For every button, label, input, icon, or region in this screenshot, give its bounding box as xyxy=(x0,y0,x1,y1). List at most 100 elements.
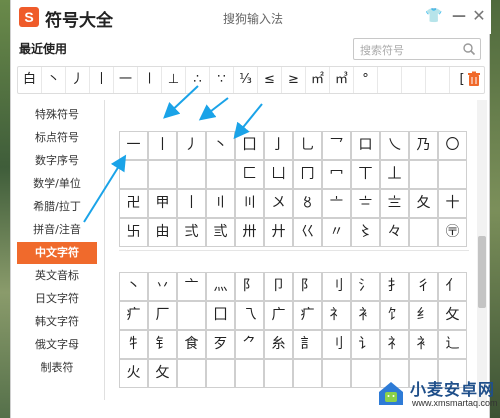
char-cell[interactable]: 厂 xyxy=(148,301,177,330)
char-cell[interactable]: 訁 xyxy=(293,330,322,359)
char-cell[interactable]: 疒 xyxy=(119,301,148,330)
char-cell[interactable] xyxy=(438,160,467,189)
recent-symbol-cell[interactable]: ⅓ xyxy=(234,67,258,93)
char-cell[interactable]: 攵 xyxy=(438,301,467,330)
char-cell[interactable]: 钅 xyxy=(148,330,177,359)
char-cell[interactable]: 氵 xyxy=(351,272,380,301)
scrollbar-thumb[interactable] xyxy=(478,236,486,308)
char-cell[interactable]: 饣 xyxy=(380,301,409,330)
char-cell[interactable] xyxy=(148,160,177,189)
char-cell[interactable] xyxy=(235,359,264,388)
char-cell[interactable]: 丨 xyxy=(177,189,206,218)
char-cell[interactable] xyxy=(409,160,438,189)
recent-symbol-cell[interactable]: ≤ xyxy=(258,67,282,93)
trash-icon[interactable] xyxy=(467,71,481,87)
sidebar-category-item[interactable]: 韩文字符 xyxy=(17,311,97,333)
sidebar-category-item[interactable]: 中文字符 xyxy=(17,242,97,264)
char-cell[interactable]: 甲 xyxy=(148,189,177,218)
recent-symbol-cell[interactable]: ° xyxy=(354,67,378,93)
skin-shirt-icon[interactable]: 👕 xyxy=(425,8,442,24)
char-cell[interactable]: 歹 xyxy=(206,330,235,359)
recent-symbol-cell[interactable]: 丶 xyxy=(42,67,66,93)
char-cell[interactable]: 卍 xyxy=(119,189,148,218)
char-cell[interactable]: 讠 xyxy=(351,330,380,359)
char-cell[interactable]: 凵 xyxy=(264,160,293,189)
recent-symbol-cell[interactable]: 丨 xyxy=(90,67,114,93)
char-cell[interactable]: 〧 xyxy=(351,189,380,218)
char-cell[interactable]: 〇 xyxy=(438,131,467,160)
char-cell[interactable]: 刂 xyxy=(322,330,351,359)
char-cell[interactable]: 匚 xyxy=(235,160,264,189)
char-cell[interactable]: 彳 xyxy=(409,272,438,301)
char-cell[interactable]: 十 xyxy=(438,189,467,218)
sidebar-category-item[interactable]: 希腊/拉丁 xyxy=(17,196,97,218)
char-cell[interactable]: 攵 xyxy=(148,359,177,388)
sidebar-category-item[interactable]: 数学/单位 xyxy=(17,173,97,195)
recent-symbol-cell[interactable]: 一 xyxy=(114,67,138,93)
sidebar-category-item[interactable]: 制表符 xyxy=(17,357,97,379)
char-cell[interactable]: 丶 xyxy=(119,272,148,301)
char-cell[interactable]: 〃 xyxy=(322,218,351,247)
char-cell[interactable]: 阝 xyxy=(293,272,322,301)
char-cell[interactable]: 由 xyxy=(148,218,177,247)
char-cell[interactable]: 纟 xyxy=(409,301,438,330)
char-cell[interactable]: 丷 xyxy=(148,272,177,301)
recent-symbol-cell[interactable]: ㇑ xyxy=(138,67,162,93)
char-cell[interactable] xyxy=(206,359,235,388)
recent-symbol-cell[interactable] xyxy=(426,67,450,93)
char-cell[interactable]: 乚 xyxy=(293,131,322,160)
char-cell[interactable]: 衤 xyxy=(409,330,438,359)
recent-symbol-cell[interactable]: ∴ xyxy=(186,67,210,93)
char-cell[interactable]: 礻 xyxy=(380,330,409,359)
char-cell[interactable]: 亠 xyxy=(177,272,206,301)
char-cell[interactable]: 乛 xyxy=(322,131,351,160)
search-box[interactable] xyxy=(353,38,481,61)
char-cell[interactable] xyxy=(177,359,206,388)
recent-symbol-cell[interactable]: ∵ xyxy=(210,67,234,93)
char-cell[interactable]: 巜 xyxy=(293,218,322,247)
char-cell[interactable]: 卅 xyxy=(235,218,264,247)
char-cell[interactable]: 丅 xyxy=(351,160,380,189)
char-cell[interactable]: 丿 xyxy=(177,131,206,160)
char-cell[interactable]: 广 xyxy=(264,301,293,330)
char-cell[interactable] xyxy=(119,160,148,189)
recent-symbol-cell[interactable]: 白 xyxy=(18,67,42,93)
char-cell[interactable]: 〣 xyxy=(235,189,264,218)
char-cell[interactable] xyxy=(409,218,438,247)
char-cell[interactable]: 辶 xyxy=(438,330,467,359)
char-cell[interactable]: 〤 xyxy=(264,189,293,218)
char-cell[interactable]: 廾 xyxy=(264,218,293,247)
char-cell[interactable]: 阝 xyxy=(235,272,264,301)
char-cell[interactable]: 〻 xyxy=(351,218,380,247)
char-cell[interactable]: 囗 xyxy=(235,131,264,160)
char-cell[interactable]: ⺈ xyxy=(235,330,264,359)
char-cell[interactable]: 卩 xyxy=(264,272,293,301)
char-cell[interactable]: 乀 xyxy=(380,131,409,160)
sidebar-category-item[interactable]: 英文音标 xyxy=(17,265,97,287)
char-cell[interactable]: 弎 xyxy=(206,218,235,247)
search-icon[interactable] xyxy=(462,42,476,56)
char-cell[interactable]: 〥 xyxy=(293,189,322,218)
char-cell[interactable]: 丨 xyxy=(148,131,177,160)
char-cell[interactable] xyxy=(177,301,206,330)
char-cell[interactable]: 〢 xyxy=(206,189,235,218)
recent-symbol-cell[interactable]: ㎡ xyxy=(306,67,330,93)
char-cell[interactable]: 々 xyxy=(380,218,409,247)
char-cell[interactable]: 牜 xyxy=(119,330,148,359)
recent-symbol-cell[interactable] xyxy=(402,67,426,93)
sidebar-category-item[interactable]: 特殊符号 xyxy=(17,104,97,126)
char-cell[interactable]: 弍 xyxy=(177,218,206,247)
char-cell[interactable]: 疒 xyxy=(293,301,322,330)
char-cell[interactable]: 灬 xyxy=(206,272,235,301)
recent-symbol-cell[interactable] xyxy=(378,67,402,93)
char-cell[interactable]: 冂 xyxy=(293,160,322,189)
char-cell[interactable] xyxy=(322,359,351,388)
char-cell[interactable] xyxy=(264,359,293,388)
char-cell[interactable]: 刂 xyxy=(322,272,351,301)
char-cell[interactable]: 〦 xyxy=(322,189,351,218)
char-cell[interactable] xyxy=(293,359,322,388)
char-cell[interactable]: 卐 xyxy=(119,218,148,247)
char-cell[interactable]: 夂 xyxy=(409,189,438,218)
char-cell[interactable]: 乁 xyxy=(235,301,264,330)
close-button[interactable]: ✕ xyxy=(471,8,487,24)
